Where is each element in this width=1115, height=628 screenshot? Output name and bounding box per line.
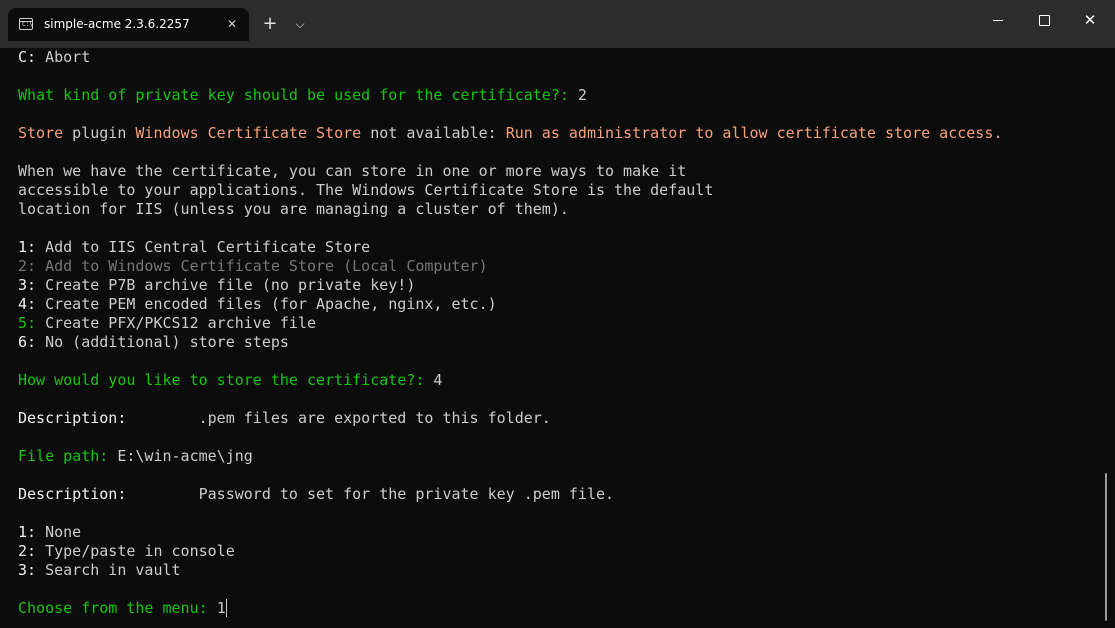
terminal-text: Type/paste in console — [36, 542, 235, 560]
terminal-text: 3: — [18, 561, 37, 579]
terminal-text: Run as administrator to allow certificat… — [505, 124, 1003, 142]
terminal-text: Abort — [36, 48, 91, 66]
terminal-line: When we have the certificate, you can st… — [18, 162, 1098, 181]
terminal-text: .pem files are exported to this folder. — [126, 409, 551, 427]
terminal-line: 2: Add to Windows Certificate Store (Loc… — [18, 257, 1098, 276]
terminal-text: 2: Add to Windows Certificate Store (Loc… — [18, 257, 488, 275]
terminal-text: Search in vault — [36, 561, 181, 579]
terminal-text: Description: — [18, 409, 127, 427]
terminal-text: How would you like to store the certific… — [18, 371, 434, 389]
title-bar[interactable]: C:\ simple-acme 2.3.6.2257 ✕ + ⌵ ✕ — [0, 0, 1115, 48]
terminal-line: Choose from the menu: 1 — [18, 599, 1098, 618]
maximize-icon — [1038, 14, 1050, 26]
terminal-text: Store — [18, 124, 64, 142]
terminal-text: File path: — [18, 447, 118, 465]
maximize-button[interactable] — [1021, 0, 1067, 40]
terminal-line: 1: Add to IIS Central Certificate Store — [18, 238, 1098, 257]
terminal-text: Create PEM encoded files (for Apache, ng… — [36, 295, 497, 313]
terminal-text: 1: — [18, 523, 37, 541]
terminal-text: 4 — [433, 371, 443, 389]
terminal-text: E:\win-acme\jng — [117, 447, 253, 465]
terminal-text: 1 — [216, 599, 226, 617]
terminal-text: plugin — [63, 124, 136, 142]
terminal-line: 2: Type/paste in console — [18, 542, 1098, 561]
terminal-text: 4: — [18, 295, 37, 313]
terminal-text: not available: — [361, 124, 506, 142]
minimize-button[interactable] — [975, 0, 1021, 40]
terminal-line: 3: Search in vault — [18, 561, 1098, 580]
terminal-line: 4: Create PEM encoded files (for Apache,… — [18, 295, 1098, 314]
tab-simple-acme[interactable]: C:\ simple-acme 2.3.6.2257 ✕ — [8, 8, 249, 41]
terminal-text: Create PFX/PKCS12 archive file — [36, 314, 317, 332]
terminal-text: location for IIS (unless you are managin… — [18, 200, 569, 218]
tab-title: simple-acme 2.3.6.2257 — [44, 17, 190, 31]
terminal-text: Description: — [18, 485, 127, 503]
terminal-line: 1: None — [18, 523, 1098, 542]
terminal-output[interactable]: C: Abort What kind of private key should … — [18, 48, 1098, 628]
terminal-line: accessible to your applications. The Win… — [18, 181, 1098, 200]
terminal-text: When we have the certificate, you can st… — [18, 162, 687, 180]
terminal-text: 1: — [18, 238, 37, 256]
close-button[interactable]: ✕ — [1067, 0, 1113, 40]
terminal-line: File path: E:\win-acme\jng — [18, 447, 1098, 466]
terminal-text: accessible to your applications. The Win… — [18, 181, 714, 199]
plus-icon[interactable]: + — [258, 12, 282, 36]
terminal-window: C:\ simple-acme 2.3.6.2257 ✕ + ⌵ ✕ C: Ab… — [0, 0, 1115, 628]
terminal-text: None — [36, 523, 82, 541]
terminal-text: 6: — [18, 333, 37, 351]
terminal-line: 6: No (additional) store steps — [18, 333, 1098, 352]
terminal-text: C: — [18, 48, 37, 66]
terminal-text: Windows Certificate Store — [135, 124, 362, 142]
close-icon: ✕ — [1083, 10, 1097, 29]
terminal-text: What kind of private key should be used … — [18, 86, 578, 104]
terminal-line: Description: Password to set for the pri… — [18, 485, 1098, 504]
terminal-line: Store plugin Windows Certificate Store n… — [18, 124, 1098, 143]
terminal-line: What kind of private key should be used … — [18, 86, 1098, 105]
terminal-line: 3: Create P7B archive file (no private k… — [18, 276, 1098, 295]
minimize-icon — [993, 19, 1003, 21]
terminal-text: No (additional) store steps — [36, 333, 289, 351]
terminal-text: 3: — [18, 276, 37, 294]
terminal-line: location for IIS (unless you are managin… — [18, 200, 1098, 219]
close-icon[interactable]: ✕ — [222, 14, 242, 34]
terminal-line: 5: Create PFX/PKCS12 archive file — [18, 314, 1098, 333]
terminal-icon: C:\ — [19, 18, 33, 30]
terminal-text: 2: — [18, 542, 37, 560]
terminal-text: Choose from the menu: — [18, 599, 217, 617]
text-cursor — [225, 599, 227, 617]
terminal-text: 2 — [577, 86, 587, 104]
terminal-text: Create P7B archive file (no private key!… — [36, 276, 416, 294]
terminal-text: 5: — [18, 314, 37, 332]
terminal-line: C: Abort — [18, 48, 1098, 67]
chevron-down-icon[interactable]: ⌵ — [288, 12, 312, 36]
terminal-line: How would you like to store the certific… — [18, 371, 1098, 390]
terminal-text: Add to IIS Central Certificate Store — [36, 238, 371, 256]
terminal-text: Password to set for the private key .pem… — [126, 485, 615, 503]
scrollbar[interactable] — [1105, 473, 1107, 621]
terminal-line: Description: .pem files are exported to … — [18, 409, 1098, 428]
